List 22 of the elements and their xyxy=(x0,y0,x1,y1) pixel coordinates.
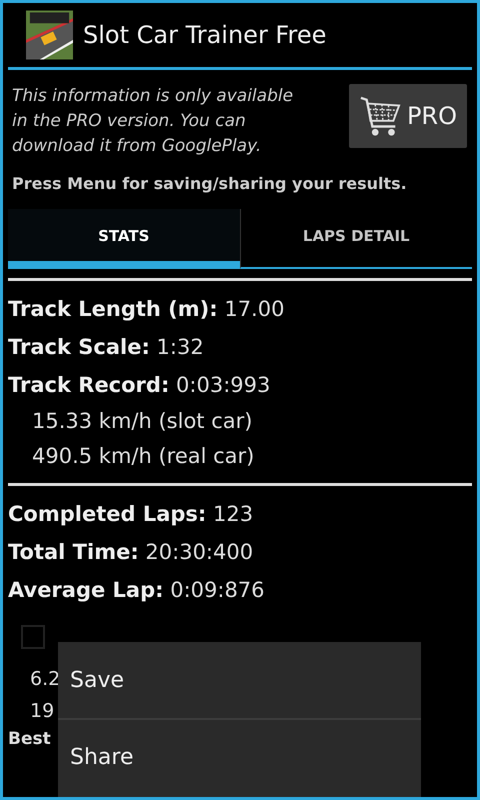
speed-text: 19 xyxy=(29,699,54,724)
hint-text: Press Menu for saving/sharing your results. xyxy=(12,174,408,193)
app-icon xyxy=(26,10,73,60)
stat-line: Track Record: 0:03:993 xyxy=(8,372,272,399)
stat-line: Total Time: 20:30:400 xyxy=(8,539,254,566)
checkbox[interactable] xyxy=(21,625,45,649)
menu-item[interactable]: Save xyxy=(58,642,421,718)
stat-line: Track Scale: 1:32 xyxy=(8,334,205,361)
stat-label: Best xyxy=(8,728,51,751)
speed-text: 6.2 xyxy=(29,667,60,692)
pro-button[interactable]: PRO xyxy=(348,84,467,148)
speed-text: 490.5 km/h (real car) xyxy=(31,443,256,470)
notice-text: This information is only available in the PRO version. You can download it from GooglePlay. xyxy=(12,85,294,158)
stat-line: Average Lap: 0:09:876 xyxy=(8,577,266,604)
app-title: Slot Car Trainer Free xyxy=(83,21,326,49)
menu-item[interactable]: Share xyxy=(58,718,421,794)
tab[interactable]: LAPS DETAIL xyxy=(240,209,472,269)
stat-line: Completed Laps: 123 xyxy=(8,501,254,528)
cart-icon xyxy=(358,94,401,138)
tab[interactable]: STATS xyxy=(8,209,240,269)
stat-line: Track Length (m): 17.00 xyxy=(8,296,286,323)
speed-text: 15.33 km/h (slot car) xyxy=(31,408,254,435)
